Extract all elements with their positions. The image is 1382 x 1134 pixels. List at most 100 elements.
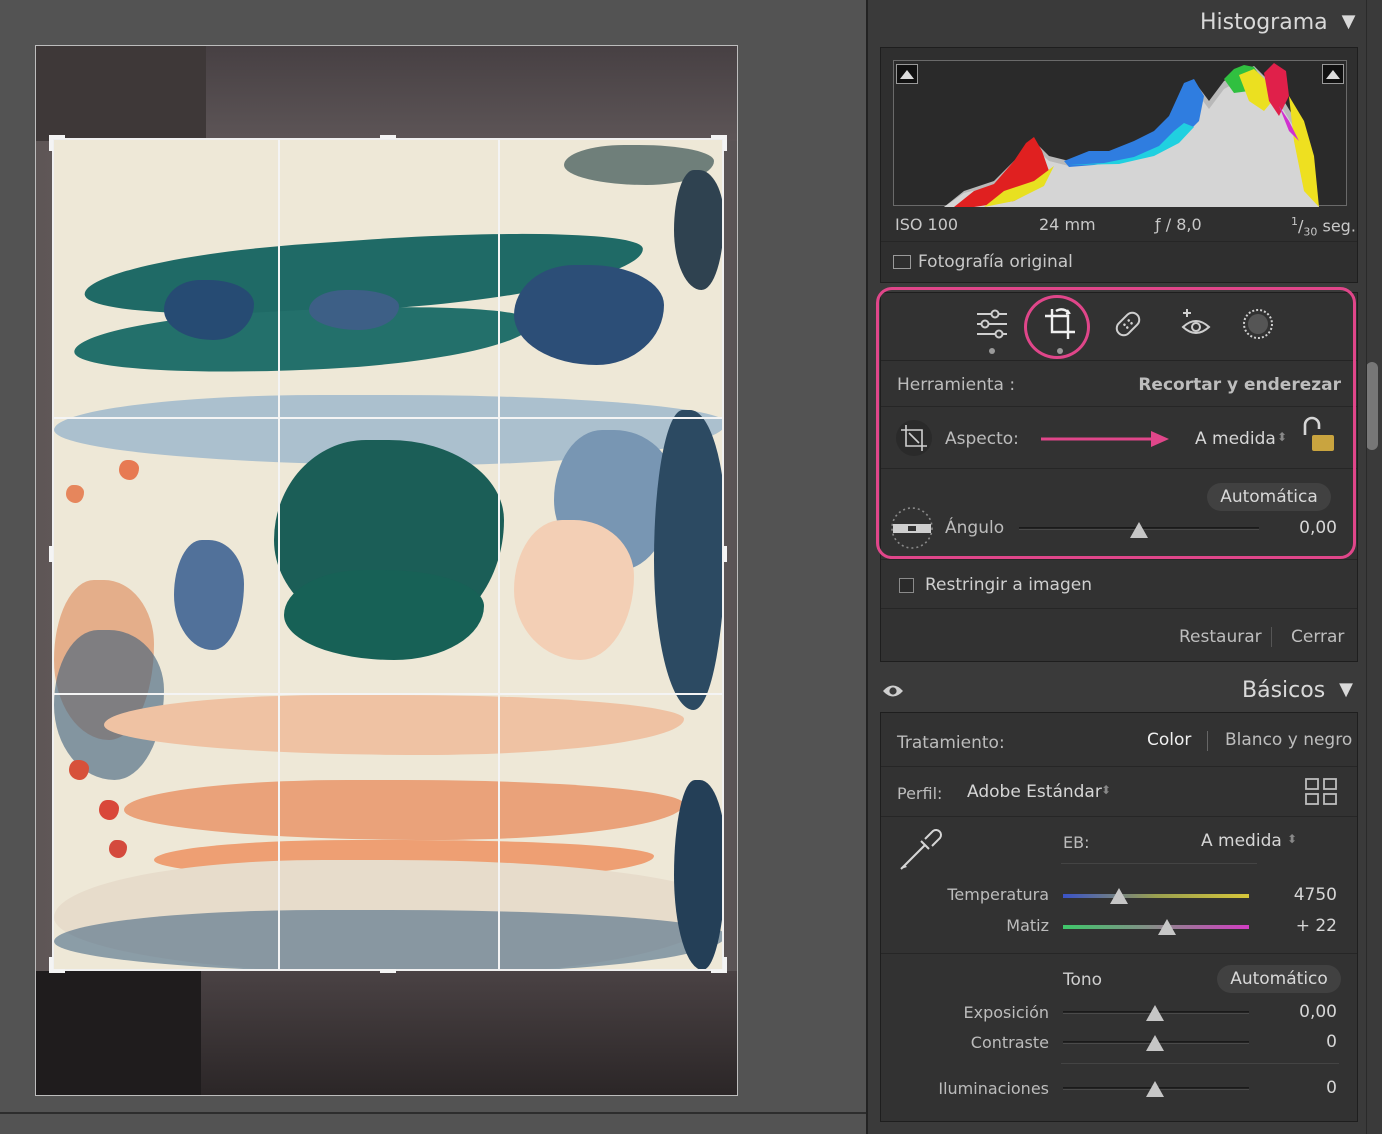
basics-header[interactable]: Básicos ▼ xyxy=(1242,678,1353,703)
temperature-value[interactable]: 4750 xyxy=(1294,885,1337,905)
contrast-label: Contraste xyxy=(970,1033,1049,1052)
angle-slider-thumb[interactable] xyxy=(1130,522,1148,538)
exposure-label: Exposición xyxy=(963,1003,1049,1022)
aperture-value: ƒ / 8,0 xyxy=(1155,215,1202,234)
original-photo-checkbox[interactable] xyxy=(893,255,911,269)
constrain-label: Restringir a imagen xyxy=(925,575,1092,595)
wb-stepper-icon[interactable]: ⬍ xyxy=(1287,832,1297,846)
treatment-color-button[interactable]: Color xyxy=(1147,730,1191,750)
exposure-slider-thumb[interactable] xyxy=(1146,1005,1164,1021)
shutter-num: 1 xyxy=(1291,215,1298,228)
auto-straighten-button[interactable]: Automática xyxy=(1207,483,1331,511)
aspect-select[interactable]: A medida xyxy=(1195,429,1276,449)
tone-label: Tono xyxy=(1063,970,1103,990)
wb-divider xyxy=(1061,863,1257,864)
spot-removal-icon[interactable] xyxy=(1109,305,1147,343)
shutter-unit: seg. xyxy=(1322,216,1356,236)
tool-strip xyxy=(881,293,1357,361)
contrast-value[interactable]: 0 xyxy=(1326,1032,1337,1052)
crop-overlay-icon[interactable] xyxy=(1041,305,1079,343)
temperature-slider-thumb[interactable] xyxy=(1109,888,1128,904)
crop-handle-bottom-right-v[interactable] xyxy=(723,957,727,973)
histogram-panel: ISO 100 24 mm ƒ / 8,0 1/30 seg. Fotograf… xyxy=(880,47,1358,283)
histogram-curve xyxy=(944,63,1319,207)
profile-stepper-icon[interactable]: ⬍ xyxy=(1101,783,1111,797)
crop-frame-icon[interactable] xyxy=(895,419,933,457)
section-divider xyxy=(1061,1063,1339,1064)
temperature-label: Temperatura xyxy=(947,885,1049,904)
wb-label: EB: xyxy=(1063,833,1090,852)
constrain-row: Restringir a imagen xyxy=(881,559,1357,609)
crop-handle-bottom[interactable] xyxy=(380,969,396,973)
highlight-clipping-toggle[interactable] xyxy=(1322,64,1344,84)
profile-browser-grid-icon[interactable] xyxy=(1305,778,1337,806)
aspect-stepper-icon[interactable]: ⬍ xyxy=(1277,430,1287,444)
reset-button[interactable]: Restaurar xyxy=(1179,627,1262,647)
crop-overlay[interactable] xyxy=(52,138,724,971)
photo-desk-area xyxy=(36,971,201,1095)
white-balance-eyedropper-icon[interactable] xyxy=(895,821,949,875)
histogram-graph[interactable] xyxy=(893,60,1347,207)
visibility-eye-icon[interactable] xyxy=(882,682,904,700)
crop-handle-top[interactable] xyxy=(380,135,396,139)
arrow-annotation-icon xyxy=(1041,431,1169,447)
original-photo-label: Fotografía original xyxy=(918,252,1073,272)
red-eye-icon[interactable] xyxy=(1177,305,1215,343)
collapse-triangle-icon[interactable]: ▼ xyxy=(1339,679,1353,700)
crop-handle-right[interactable] xyxy=(723,546,727,562)
tint-label: Matiz xyxy=(1006,916,1049,935)
crop-handle-top-right-v[interactable] xyxy=(723,135,727,151)
tint-slider[interactable] xyxy=(1063,925,1249,929)
aspect-lock-icon[interactable] xyxy=(1299,415,1339,455)
crop-handle-left[interactable] xyxy=(49,546,53,562)
focal-length-value: 24 mm xyxy=(1039,215,1096,234)
painting-image xyxy=(54,140,722,969)
collapse-triangle-icon[interactable]: ▼ xyxy=(1342,11,1356,32)
iso-value: ISO 100 xyxy=(895,215,959,234)
constrain-checkbox[interactable] xyxy=(899,578,914,593)
highlights-label: Iluminaciones xyxy=(938,1079,1049,1098)
histogram-header[interactable]: Histograma ▼ xyxy=(1200,10,1355,35)
profile-row: Perfil: Adobe Estándar ⬍ xyxy=(881,767,1357,817)
highlights-value[interactable]: 0 xyxy=(1326,1078,1337,1098)
treatment-bw-button[interactable]: Blanco y negro xyxy=(1225,730,1352,750)
angle-value[interactable]: 0,00 xyxy=(1299,518,1337,538)
histogram-title: Histograma xyxy=(1200,10,1328,35)
filmstrip-divider xyxy=(0,1112,866,1114)
mask-icon[interactable] xyxy=(1239,305,1277,343)
edit-sliders-icon[interactable] xyxy=(973,305,1011,343)
temperature-slider[interactable] xyxy=(1063,894,1249,898)
shutter-speed: 1/30 seg. xyxy=(1291,215,1356,239)
exposure-value[interactable]: 0,00 xyxy=(1299,1002,1337,1022)
panel-scroll-track xyxy=(1366,0,1378,1134)
aspect-row: Aspecto: A medida ⬍ xyxy=(881,407,1357,469)
button-separator xyxy=(1271,627,1272,647)
auto-tone-button[interactable]: Automático xyxy=(1217,965,1341,993)
tool-indicator-dot xyxy=(989,348,995,354)
crop-handle-bottom-left-v[interactable] xyxy=(49,957,53,973)
photo-shelf-area xyxy=(36,46,206,141)
shadow-clipping-toggle[interactable] xyxy=(896,64,918,84)
tint-value[interactable]: + 22 xyxy=(1296,916,1337,936)
level-tool-icon[interactable] xyxy=(889,505,935,551)
shutter-den: 30 xyxy=(1303,225,1318,239)
crop-handle-top-left-v[interactable] xyxy=(49,135,53,151)
wb-select[interactable]: A medida xyxy=(1201,831,1282,851)
contrast-slider-thumb[interactable] xyxy=(1146,1035,1164,1051)
aspect-label: Aspecto: xyxy=(945,429,1019,449)
tint-slider-thumb[interactable] xyxy=(1158,919,1177,935)
profile-select[interactable]: Adobe Estándar xyxy=(967,782,1102,802)
treatment-separator xyxy=(1207,731,1208,751)
tool-label: Herramienta : xyxy=(897,375,1016,395)
angle-label: Ángulo xyxy=(945,518,1005,538)
treatment-label: Tratamiento: xyxy=(897,733,1005,753)
angle-row: Automática Ángulo 0,00 xyxy=(881,469,1357,559)
close-button[interactable]: Cerrar xyxy=(1291,627,1344,647)
crop-active-dot xyxy=(1057,348,1063,354)
treatment-row: Tratamiento: Color Blanco y negro xyxy=(881,713,1357,767)
basics-title: Básicos xyxy=(1242,678,1326,703)
highlights-slider-thumb[interactable] xyxy=(1146,1081,1164,1097)
basics-panel: Tratamiento: Color Blanco y negro Perfil… xyxy=(880,712,1358,1122)
photo-canvas[interactable] xyxy=(0,0,866,1134)
section-divider xyxy=(881,953,1357,954)
